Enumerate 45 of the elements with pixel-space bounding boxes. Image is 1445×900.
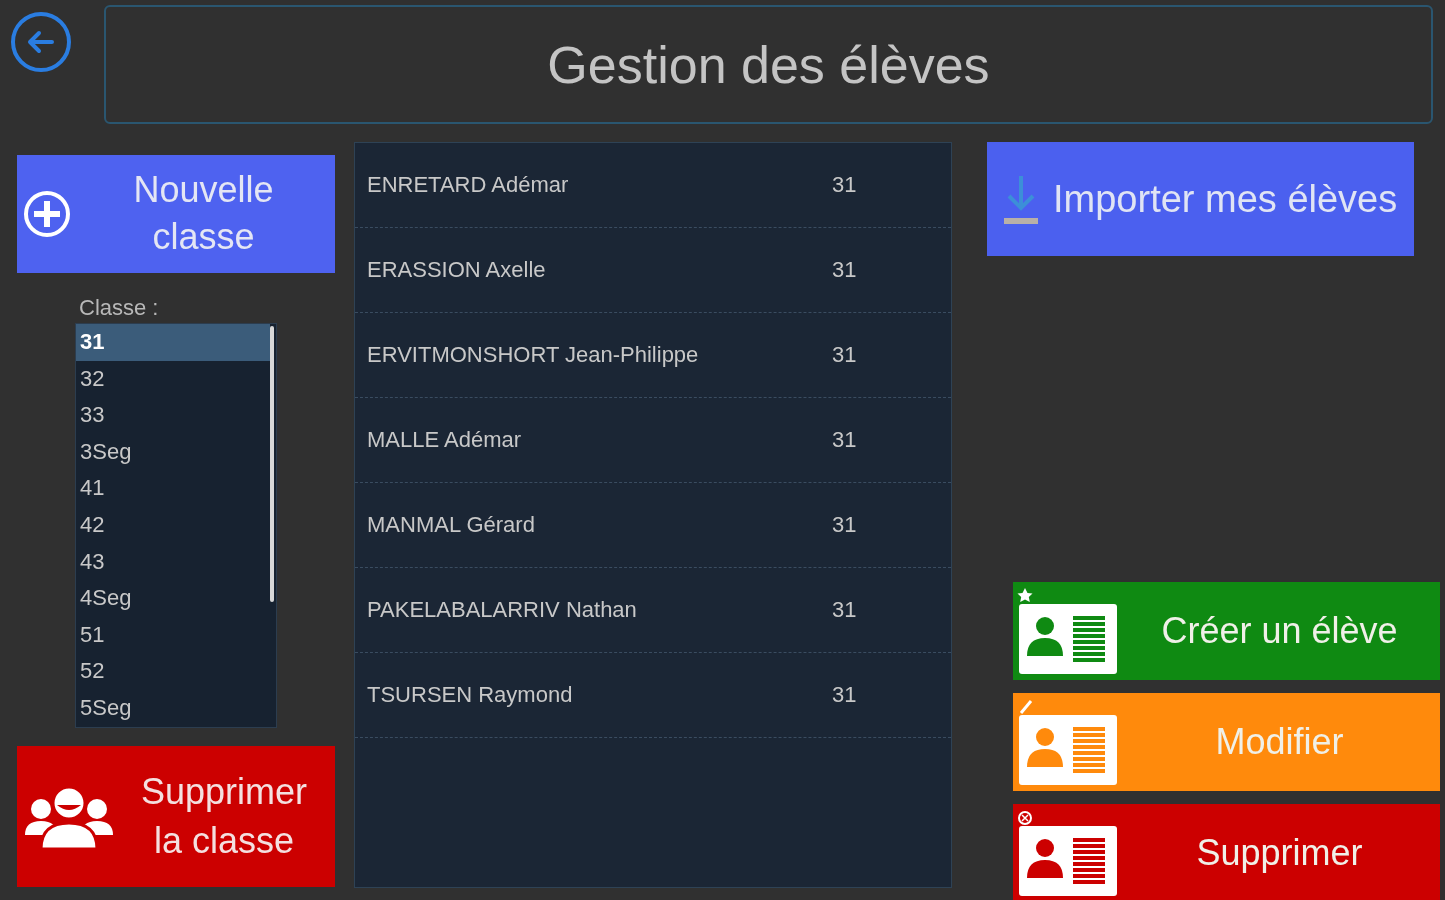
student-name: ERASSION Axelle: [366, 257, 547, 283]
class-item[interactable]: 51: [76, 616, 270, 654]
student-name: ERVITMONSHORT Jean-Philippe: [366, 342, 700, 368]
student-class: 31: [832, 512, 857, 538]
student-class: 31: [832, 172, 857, 198]
class-item[interactable]: 41: [76, 470, 270, 507]
student-row[interactable]: MALLE Adémar 31: [355, 398, 951, 483]
create-student-button[interactable]: Créer un élève: [1013, 582, 1440, 680]
student-class: 31: [832, 682, 857, 708]
class-item[interactable]: 31: [76, 324, 270, 361]
student-row[interactable]: MANMAL Gérard 31: [355, 483, 951, 568]
student-row[interactable]: ERASSION Axelle 31: [355, 228, 951, 313]
student-name: PAKELABALARRIV Nathan: [366, 597, 638, 623]
student-row[interactable]: TSURSEN Raymond 31: [355, 653, 951, 738]
back-icon[interactable]: [10, 11, 72, 73]
page-title: Gestion des élèves: [104, 5, 1433, 124]
student-row[interactable]: ENRETARD Adémar 31: [355, 143, 951, 228]
plus-circle-icon: [22, 189, 72, 239]
class-item[interactable]: 33: [76, 397, 270, 434]
id-card-icon: [1015, 586, 1119, 676]
student-row[interactable]: ERVITMONSHORT Jean-Philippe 31: [355, 313, 951, 398]
student-class: 31: [832, 342, 857, 368]
class-item[interactable]: 43: [76, 543, 270, 581]
class-item[interactable]: 4Seg: [76, 580, 270, 617]
import-button[interactable]: Importer mes élèves: [987, 142, 1414, 256]
class-label: Classe :: [79, 295, 159, 321]
student-row[interactable]: PAKELABALARRIV Nathan 31: [355, 568, 951, 653]
student-class: 31: [832, 597, 857, 623]
student-name: MALLE Adémar: [366, 427, 523, 453]
id-card-icon: [1015, 808, 1119, 898]
student-name: ENRETARD Adémar: [366, 172, 570, 198]
class-item[interactable]: 3Seg: [76, 433, 270, 471]
class-listbox[interactable]: 31 32 33 3Seg 41 42 43 4Seg 51 52 5Seg: [75, 323, 277, 728]
student-class: 31: [832, 257, 857, 283]
class-item[interactable]: 52: [76, 653, 270, 690]
class-item[interactable]: 42: [76, 506, 270, 544]
class-item[interactable]: 32: [76, 360, 270, 398]
student-class: 31: [832, 427, 857, 453]
scrollbar-thumb[interactable]: [270, 326, 274, 602]
new-class-button[interactable]: Nouvelle classe: [17, 155, 335, 273]
delete-class-button[interactable]: Supprimer la classe: [17, 746, 335, 887]
student-name: TSURSEN Raymond: [366, 682, 574, 708]
class-item[interactable]: 5Seg: [76, 689, 270, 727]
delete-student-button[interactable]: Supprimer: [1013, 804, 1440, 900]
student-name: MANMAL Gérard: [366, 512, 536, 538]
